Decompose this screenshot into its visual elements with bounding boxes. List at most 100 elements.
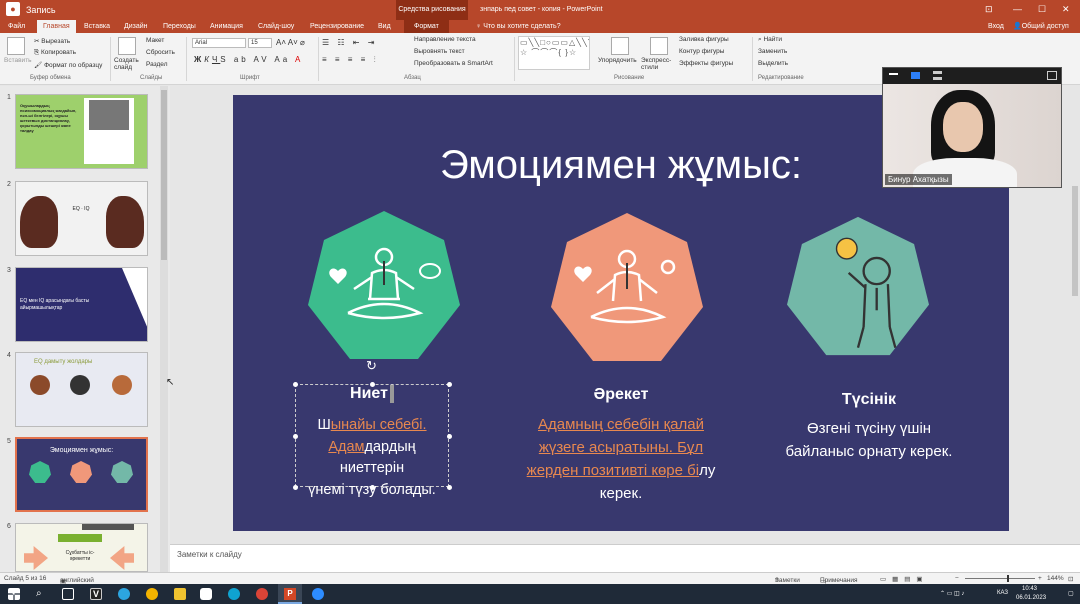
label-understanding[interactable]: Түсінік [779,391,959,409]
minimize-icon[interactable]: — [1013,4,1022,14]
intention-icon-shape[interactable] [308,211,460,359]
task-view-icon[interactable] [62,588,74,600]
select-button[interactable]: Выделить [758,60,788,67]
tab-format[interactable]: Формат [404,20,449,33]
powerpoint-taskbar-button[interactable]: P [278,584,302,604]
clock-date[interactable]: 06.01.2023 [1016,595,1046,601]
quick-styles-icon[interactable] [650,37,668,55]
login-link[interactable]: Вход [988,20,1004,33]
find-button[interactable]: ⌕ Найти [758,36,782,44]
chrome-icon[interactable] [146,588,158,600]
understanding-body[interactable]: Өзгені түсіну үшін байланыс орнату керек… [759,417,979,463]
view-buttons[interactable]: ▭▦▤▣ [880,575,929,583]
title-bar: ● Запись Средства рисования знпарь пед с… [0,0,1080,20]
ribbon-display-icon[interactable]: ⊡ [985,4,993,15]
section-button[interactable]: Раздел [146,61,167,68]
arrange-button[interactable]: Упорядочить [598,57,637,64]
clock-time[interactable]: 10:43 [1022,586,1037,592]
scrollbar-thumb[interactable] [1072,186,1078,296]
thumbnail-scrollbar[interactable] [160,86,168,572]
replace-button[interactable]: Заменить [758,48,787,55]
new-slide-icon[interactable] [118,37,136,55]
align-buttons[interactable]: ≡ ≡ ≡ ≡ ⫶ [322,55,379,65]
app-icon-v[interactable]: V [90,588,102,600]
new-slide-button[interactable]: Создать слайд [114,57,144,71]
tray-icons[interactable]: ⌃ ▭ ◫ ♪ [940,590,964,597]
paste-button[interactable]: Вставить [4,57,32,64]
thumbnail-text: EQ мен IQ арасындағы басты айырмашылықта… [20,298,90,311]
action-icon-shape[interactable] [551,213,703,361]
quick-styles-button[interactable]: Экспресс-стили [641,57,677,71]
search-icon[interactable]: ⌕ [36,588,48,600]
group-slides: Слайды [140,75,163,81]
share-button[interactable]: 👤Общий доступ [1013,20,1069,33]
copy-button[interactable]: ⎘ Копировать [34,49,76,57]
zoom-slider-thumb[interactable] [1007,575,1009,582]
align-text-button[interactable]: Выровнять текст [414,48,465,55]
zoom-app-icon[interactable] [312,588,324,600]
editor-scrollbar[interactable] [1070,86,1080,542]
tab-design[interactable]: Дизайн [124,20,148,33]
chrome-icon[interactable] [256,588,268,600]
slide-thumbnail-5[interactable]: Эмоциямен жұмыс: [15,437,148,512]
reset-button[interactable]: Сбросить [146,49,175,56]
fit-slide-icon[interactable]: ⊡ [1068,575,1073,583]
tab-transitions[interactable]: Переходы [163,20,196,33]
expand-icon[interactable] [1047,71,1057,80]
tab-animations[interactable]: Анимация [210,20,243,33]
zoom-slider[interactable] [965,575,1035,582]
paste-icon[interactable] [7,37,25,55]
slide-thumbnail-4[interactable]: EQ дамыту жолдары [15,352,148,427]
zoom-in-button[interactable]: + [1038,575,1042,582]
tell-me-search[interactable]: ♀ Что вы хотите сделать? [476,20,561,33]
minimize-icon[interactable] [889,73,898,75]
list-buttons[interactable]: ☰ ☷ ⇤ ⇥ [322,38,377,47]
layout-icon[interactable] [933,71,942,80]
font-size-buttons[interactable]: A˄ A˅ ⌀ [276,38,305,47]
tab-insert[interactable]: Вставка [84,20,110,33]
intention-body[interactable]: Шынайы себебі. Адамдардың ниеттерін үнем… [295,415,449,501]
tab-review[interactable]: Рецензирование [310,20,364,33]
record-icon[interactable]: ● [6,2,20,16]
rotate-handle-icon[interactable]: ↻ [366,358,377,374]
format-painter-button[interactable]: 🖌 Формат по образцу [34,61,102,69]
tab-slideshow[interactable]: Слайд-шоу [258,20,294,33]
tab-file[interactable]: Файл [8,20,25,33]
shape-fill-button[interactable]: Заливка фигуры [679,36,729,43]
notes-pane[interactable]: Заметки к слайду [170,544,1080,572]
shapes-gallery[interactable]: ▭╲╲□○▭▭△╲╲⌒{}☆ ⌒⌒⌒{ }☆ [518,36,590,70]
file-explorer-icon[interactable] [174,588,186,600]
slide-thumbnail-3[interactable]: EQ мен IQ арасындағы басты айырмашылықта… [15,267,148,342]
input-language[interactable]: КАЗ [997,590,1008,596]
arrange-icon[interactable] [611,37,629,55]
label-intention[interactable]: Ниет [295,385,449,403]
close-icon[interactable]: ✕ [1062,4,1070,15]
telegram-icon[interactable] [118,588,130,600]
edge-icon[interactable] [228,588,240,600]
tab-view[interactable]: Вид [378,20,391,33]
label-action[interactable]: Әрекет [531,386,711,404]
scrollbar-thumb[interactable] [161,90,167,260]
slide-thumbnail-6[interactable]: Сұхбатты іс-әрекетти [15,523,148,572]
maximize-icon[interactable]: ☐ [1038,4,1046,15]
font-size-select[interactable]: 15 [248,38,272,48]
obs-icon[interactable] [200,588,212,600]
font-name-select[interactable]: Arial [192,38,246,48]
windows-start-icon[interactable] [8,588,20,600]
understanding-icon-shape[interactable] [787,215,929,357]
font-format-buttons[interactable]: ЖКЧS ab AV Aa A [194,55,303,64]
text-direction-button[interactable]: Направление текста [414,36,476,43]
cut-button[interactable]: ✂ Вырезать [34,37,70,45]
camera-icon[interactable] [911,72,920,79]
action-body[interactable]: Адамның себебін қалай жүзеге асыратыны. … [501,413,741,505]
shape-outline-button[interactable]: Контур фигуры [679,48,724,55]
shape-effects-button[interactable]: Эффекты фигуры [679,60,733,67]
notifications-icon[interactable]: ▢ [1068,590,1074,597]
tab-home[interactable]: Главная [37,20,76,33]
zoom-out-button[interactable]: − [955,575,959,582]
layout-button[interactable]: Макет [146,37,164,44]
slide-thumbnail-2[interactable]: EQ · IQ [15,181,148,256]
smartart-button[interactable]: Преобразовать в SmartArt [414,60,493,67]
slide-thumbnail-1[interactable]: Оқушылардың психоэмоциялық жағдайын, пән… [15,94,148,169]
zoom-level[interactable]: 144% [1047,575,1064,582]
